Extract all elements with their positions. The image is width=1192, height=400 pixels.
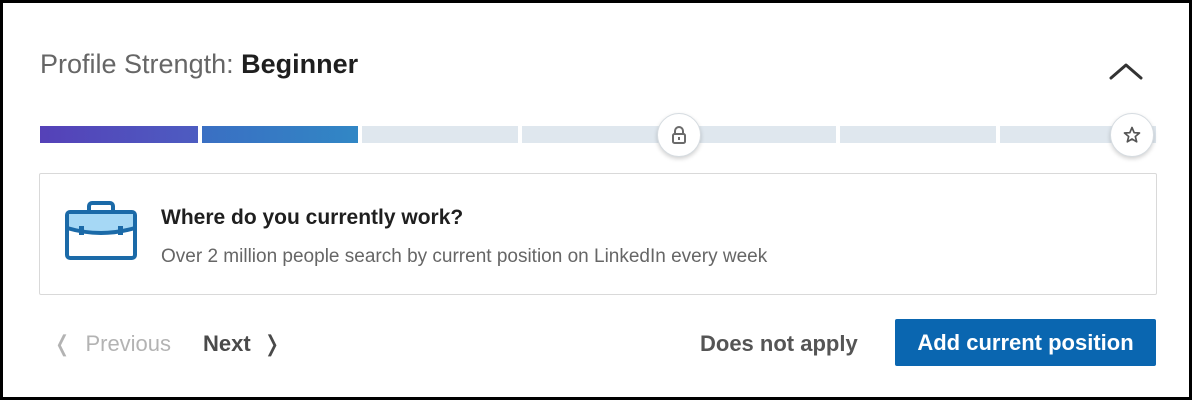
chevron-right-icon: ❭ — [262, 331, 282, 356]
profile-strength-level: Beginner — [241, 49, 359, 79]
progress-segment — [840, 126, 996, 143]
profile-strength-widget: Profile Strength: Beginner Where do you … — [0, 0, 1192, 400]
title-prefix: Profile Strength: — [40, 49, 234, 79]
previous-button[interactable]: ❬ Previous — [53, 331, 171, 357]
next-label: Next — [203, 331, 251, 356]
next-button[interactable]: Next ❭ — [203, 331, 281, 357]
milestone-lock — [657, 113, 701, 157]
progress-segment — [522, 126, 678, 143]
card-description: Over 2 million people search by current … — [161, 246, 768, 267]
star-icon — [1123, 126, 1141, 143]
suggestion-card: Where do you currently work? Over 2 mill… — [39, 173, 1157, 295]
progress-segment — [40, 126, 198, 143]
briefcase-icon — [64, 198, 138, 262]
page-title: Profile Strength: Beginner — [40, 49, 358, 80]
does-not-apply-button[interactable]: Does not apply — [700, 331, 858, 357]
progress-segment — [678, 126, 836, 143]
previous-label: Previous — [85, 331, 172, 356]
chevron-left-icon: ❬ — [53, 331, 72, 356]
chevron-up-icon — [1109, 63, 1143, 80]
lock-icon — [672, 126, 686, 144]
progress-segment — [362, 126, 518, 143]
add-current-position-button[interactable]: Add current position — [895, 319, 1156, 366]
milestone-star — [1110, 113, 1154, 157]
progress-segment — [202, 126, 358, 143]
collapse-button[interactable] — [1107, 59, 1145, 83]
card-title: Where do you currently work? — [161, 206, 464, 229]
profile-strength-meter — [40, 113, 1156, 157]
